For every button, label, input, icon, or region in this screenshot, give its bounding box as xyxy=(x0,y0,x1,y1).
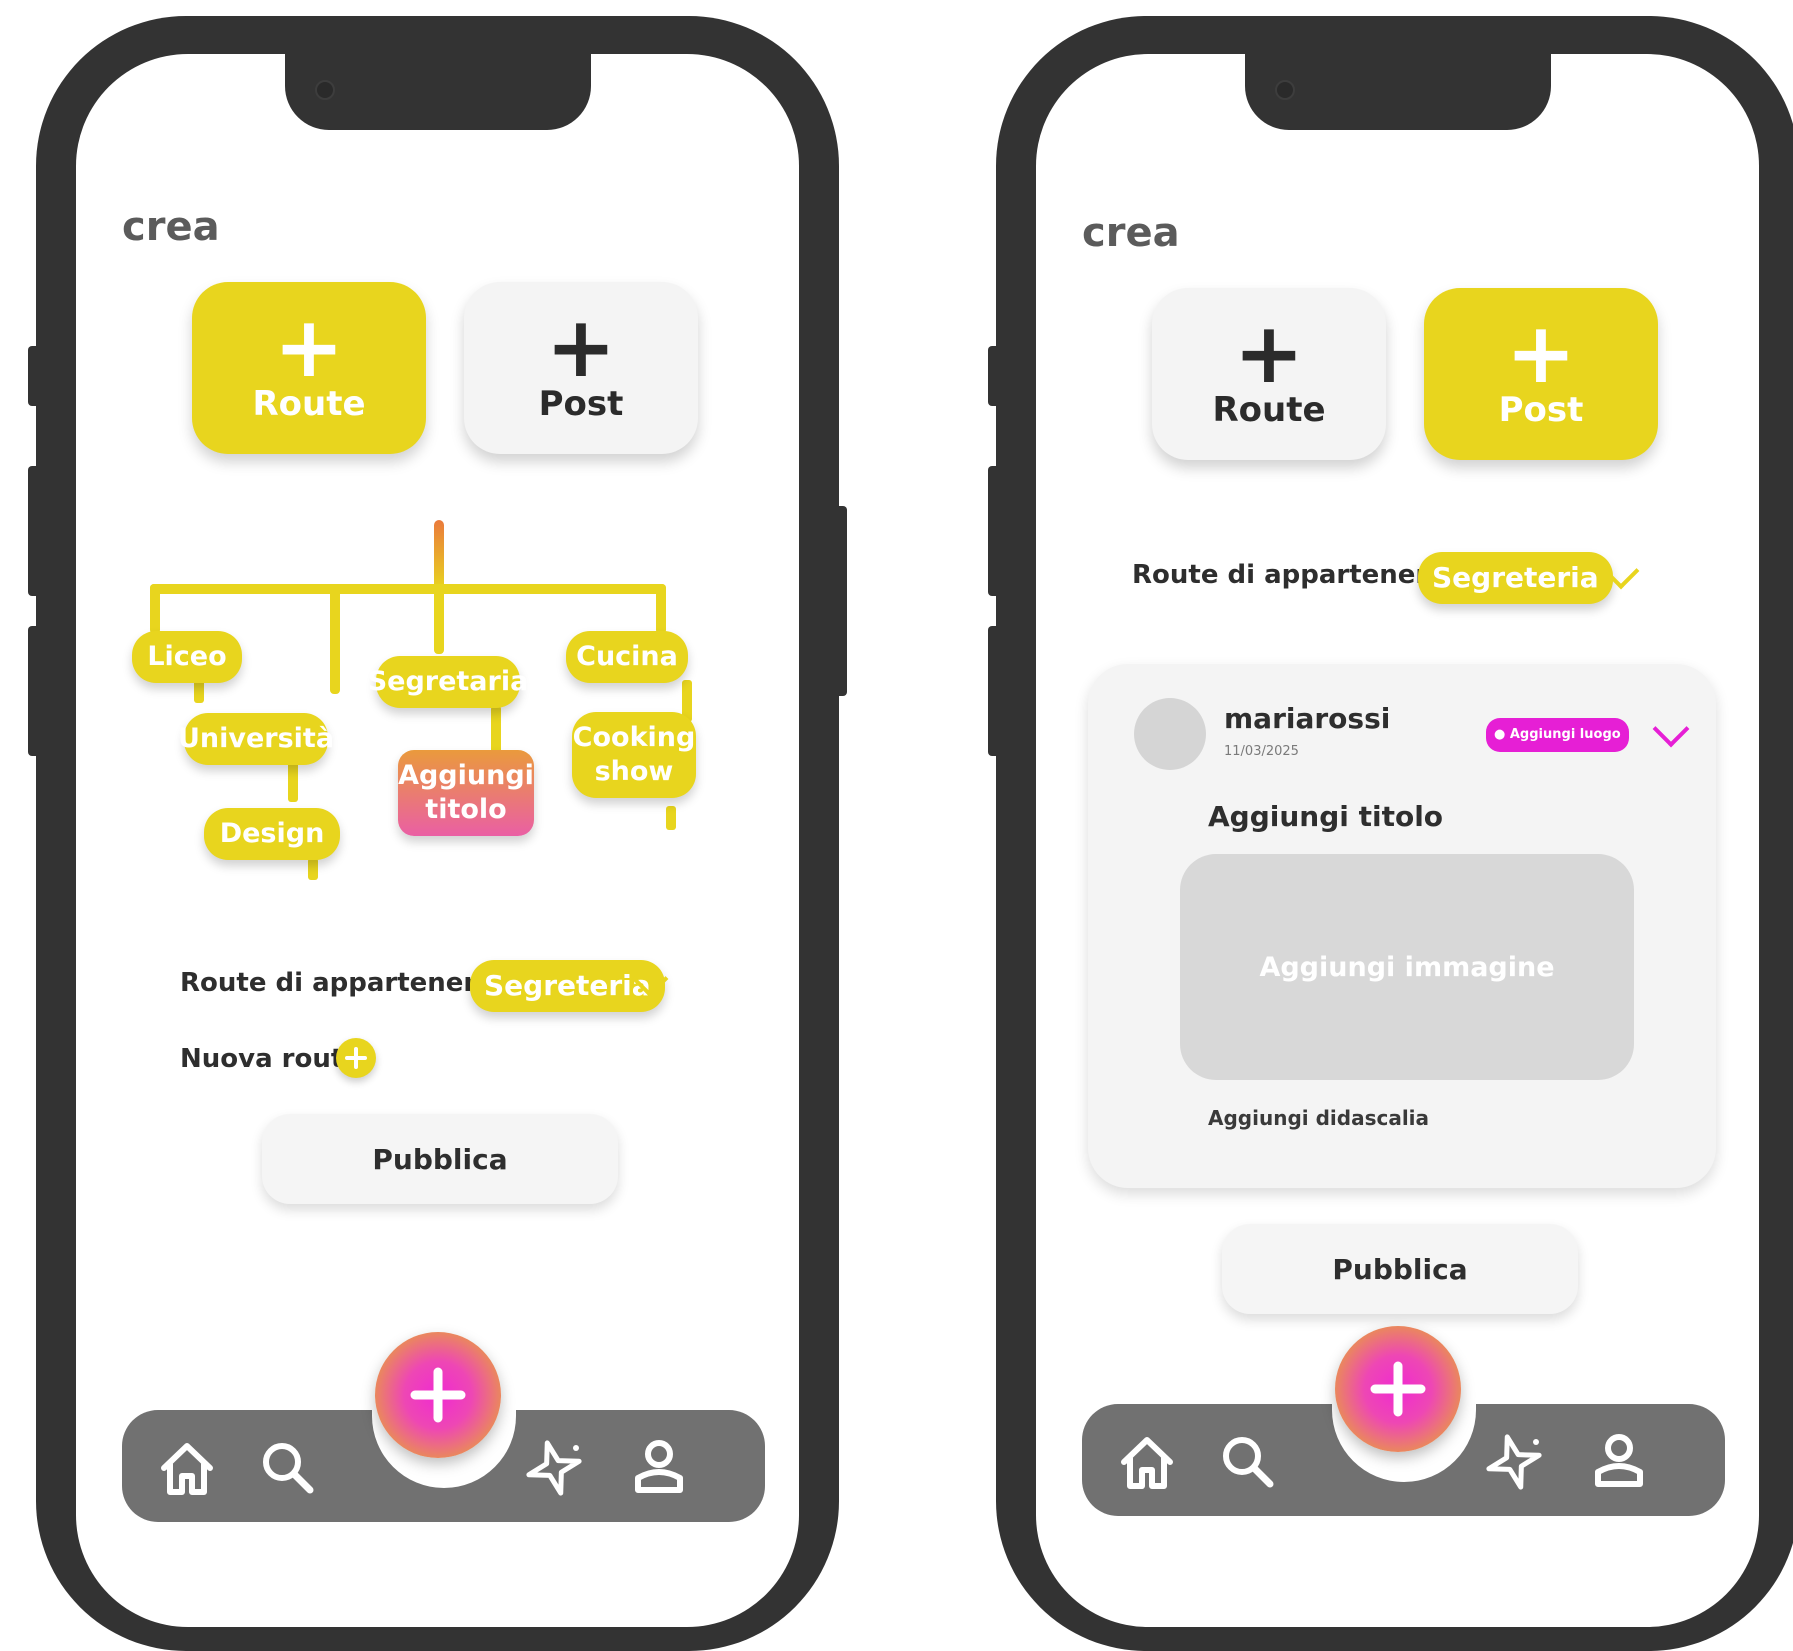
search-icon[interactable] xyxy=(1212,1426,1282,1496)
route-select[interactable]: Segreteria xyxy=(470,960,665,1012)
tree-node-cucina[interactable]: Cucina xyxy=(566,631,688,683)
caption-input[interactable]: Aggiungi didascalia xyxy=(1208,1106,1429,1130)
route-label: Route di appartenenza xyxy=(1132,560,1467,590)
profile-icon[interactable] xyxy=(1584,1426,1654,1496)
plus-icon: + xyxy=(1505,304,1577,402)
home-icon[interactable] xyxy=(152,1434,222,1504)
search-icon[interactable] xyxy=(252,1432,322,1502)
sparkle-icon[interactable] xyxy=(518,1434,588,1504)
create-fab-button[interactable] xyxy=(374,1332,501,1458)
camera xyxy=(1274,80,1295,100)
screen-create-route: crea + Route + Post Liceo Università Des… xyxy=(76,54,799,1627)
tree-node-cooking-show[interactable]: Cooking show xyxy=(572,712,696,798)
tree-node-universita[interactable]: Università xyxy=(178,713,334,765)
volume-down-button xyxy=(988,626,1000,756)
tree-node-segretaria[interactable]: Segretaria xyxy=(368,656,528,708)
route-label: Route di appartenenza xyxy=(180,968,515,998)
tab-post[interactable]: + Post xyxy=(1424,288,1658,460)
notch xyxy=(1244,54,1551,130)
avatar xyxy=(1134,698,1206,770)
tab-label: Route xyxy=(1212,390,1326,430)
post-card: mariarossi 11/03/2025 ● Aggiungi luogo A… xyxy=(1088,664,1716,1188)
username: mariarossi xyxy=(1224,702,1391,735)
volume-down-button xyxy=(28,626,40,756)
phone-right: crea + Route + Post Route di appartenenz… xyxy=(988,16,1793,1651)
page-title: crea xyxy=(1082,210,1180,256)
image-upload-area[interactable]: Aggiungi immagine xyxy=(1180,854,1634,1080)
add-location-button[interactable]: ● Aggiungi luogo xyxy=(1486,718,1629,752)
post-title-input[interactable]: Aggiungi titolo xyxy=(1208,800,1443,833)
volume-up-button xyxy=(988,466,1000,596)
create-fab-button[interactable] xyxy=(1334,1326,1461,1452)
sparkle-icon[interactable] xyxy=(1478,1428,1548,1498)
image-placeholder-text: Aggiungi immagine xyxy=(1259,951,1555,983)
profile-icon[interactable] xyxy=(624,1432,694,1502)
tree-node-new-title[interactable]: Aggiungi titolo xyxy=(398,750,534,836)
plus-icon xyxy=(410,1367,465,1423)
location-pin-icon: ● xyxy=(1494,727,1506,742)
tab-route[interactable]: + Route xyxy=(1152,288,1386,460)
post-date: 11/03/2025 xyxy=(1224,744,1299,759)
side-button xyxy=(28,346,40,406)
plus-icon: + xyxy=(1233,304,1305,402)
route-select[interactable]: Segreteria xyxy=(1418,552,1613,604)
chevron-down-icon[interactable] xyxy=(1652,710,1690,748)
screen-create-post: crea + Route + Post Route di appartenenz… xyxy=(1036,54,1759,1627)
side-button xyxy=(988,346,1000,406)
power-button xyxy=(835,506,847,696)
plus-icon xyxy=(1370,1361,1425,1417)
publish-button[interactable]: Pubblica xyxy=(262,1114,618,1204)
publish-button[interactable]: Pubblica xyxy=(1222,1224,1578,1314)
plus-circle-icon[interactable] xyxy=(336,1038,376,1078)
tree-node-design[interactable]: Design xyxy=(204,808,340,860)
add-location-label: Aggiungi luogo xyxy=(1509,727,1621,742)
volume-up-button xyxy=(28,466,40,596)
new-route-label: Nuova route xyxy=(180,1044,361,1074)
tree-node-liceo[interactable]: Liceo xyxy=(132,631,242,683)
phone-left: crea + Route + Post Liceo Università Des… xyxy=(28,16,847,1651)
home-icon[interactable] xyxy=(1112,1428,1182,1498)
tab-label: Post xyxy=(1498,390,1584,430)
